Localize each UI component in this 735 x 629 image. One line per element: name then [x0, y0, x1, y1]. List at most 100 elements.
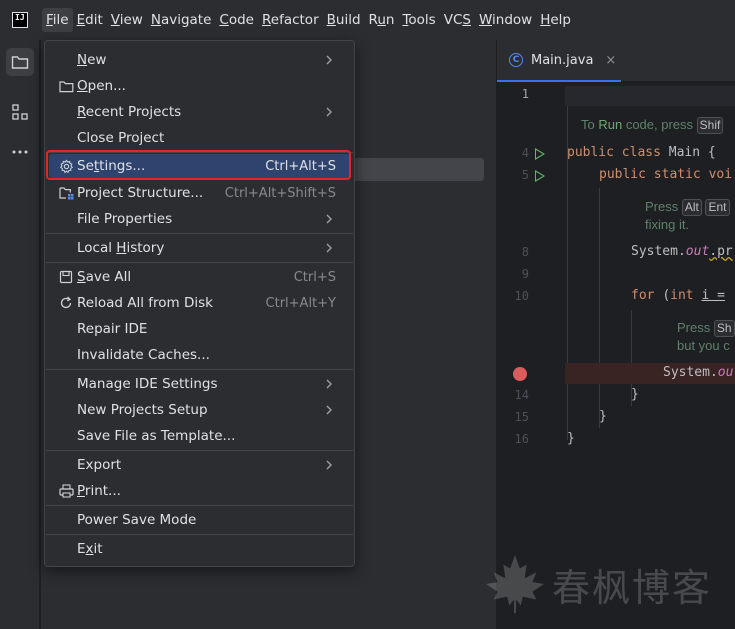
menu-item-export[interactable]: Export — [49, 453, 350, 477]
line-number: 16 — [514, 432, 529, 446]
menu-item-label: Reload All from Disk — [77, 295, 213, 311]
tab-close-icon[interactable]: × — [605, 53, 616, 68]
line-number: 5 — [521, 168, 529, 182]
menu-item-label: Save File as Template... — [77, 428, 236, 444]
run-class-icon[interactable] — [535, 148, 545, 160]
chevron-right-icon — [326, 460, 332, 470]
annotation-highlight-frame — [46, 150, 351, 180]
save-icon — [58, 269, 74, 285]
menu-item-label: Local History — [77, 240, 165, 256]
code-line-4[interactable]: public class Main { — [567, 145, 716, 160]
menu-item-close-project[interactable]: Close Project — [49, 126, 350, 150]
menu-item-label: Export — [77, 457, 122, 473]
menu-item-file-properties[interactable]: File Properties — [49, 207, 350, 231]
more-horizontal-icon — [12, 150, 28, 154]
menu-item-power-save-mode[interactable]: Power Save Mode — [49, 508, 350, 532]
chevron-right-icon — [326, 214, 332, 224]
menu-item-manage-ide-settings[interactable]: Manage IDE Settings — [49, 372, 350, 396]
menu-item-reload-from-disk[interactable]: Reload All from Disk Ctrl+Alt+Y — [49, 291, 350, 315]
inlay-hint-run: To Run code, press Shif — [581, 117, 724, 134]
menu-vcs[interactable]: VCS — [440, 8, 475, 32]
chevron-right-icon — [326, 55, 332, 65]
code-line-16[interactable]: } — [567, 431, 575, 446]
code-line-14[interactable]: } — [631, 387, 639, 402]
project-tree-selected-row[interactable] — [341, 158, 484, 181]
shortcut-label: Ctrl+Alt+Shift+S — [224, 185, 336, 201]
menu-item-label: Repair IDE — [77, 321, 148, 337]
menu-item-repair-ide[interactable]: Repair IDE — [49, 317, 350, 341]
menu-item-project-structure[interactable]: Project Structure... Ctrl+Alt+Shift+S — [49, 181, 350, 205]
watermark: 春枫博客 — [484, 552, 729, 616]
more-tools-button[interactable] — [6, 138, 34, 166]
menu-edit[interactable]: Edit — [73, 8, 107, 32]
code-line-10[interactable]: for (int i = — [631, 288, 725, 303]
breakpoint-icon[interactable] — [513, 367, 527, 381]
menu-refactor[interactable]: Refactor — [258, 8, 323, 32]
menu-item-label: New Projects Setup — [77, 402, 208, 418]
indent-guide — [599, 188, 600, 428]
editor-area: C Main.java × 1 4 5 8 9 10 14 15 16 To R… — [496, 40, 735, 629]
menu-window[interactable]: Window — [475, 8, 536, 32]
menu-item-recent-projects[interactable]: Recent Projects — [49, 100, 350, 124]
watermark-text: 春枫博客 — [552, 565, 713, 610]
menu-item-save-as-template[interactable]: Save File as Template... — [49, 424, 350, 448]
menu-item-label: Save All — [77, 269, 132, 285]
menu-separator — [46, 450, 353, 451]
java-class-icon: C — [509, 53, 523, 67]
current-line-highlight — [565, 86, 735, 106]
menu-item-new[interactable]: New — [49, 48, 350, 72]
menu-item-open[interactable]: Open... — [49, 74, 350, 98]
chevron-right-icon — [326, 379, 332, 389]
menu-item-label: Project Structure... — [77, 185, 204, 201]
menu-separator — [46, 369, 353, 370]
menubar-items: File Edit View Navigate Code Refactor Build Run… — [42, 8, 575, 32]
tab-main-java[interactable]: C Main.java × — [497, 40, 621, 82]
refresh-icon — [58, 295, 74, 311]
structure-tool-button[interactable] — [6, 98, 34, 126]
menu-item-print[interactable]: Print... — [49, 479, 350, 503]
shortcut-label: Ctrl+S — [293, 269, 336, 285]
run-main-icon[interactable] — [535, 170, 545, 182]
shortcut-label: Ctrl+Alt+Y — [265, 295, 336, 311]
menu-navigate[interactable]: Navigate — [147, 8, 216, 32]
menu-item-exit[interactable]: Exit — [49, 537, 350, 561]
chevron-right-icon — [326, 243, 332, 253]
menu-separator — [46, 233, 353, 234]
menu-view[interactable]: View — [107, 8, 147, 32]
menu-separator — [46, 534, 353, 535]
code-line-15[interactable]: } — [599, 409, 607, 424]
menu-item-label: Print... — [77, 483, 121, 499]
menu-build[interactable]: Build — [323, 8, 365, 32]
line-number: 10 — [514, 289, 529, 303]
intellij-logo-icon[interactable]: IJ — [12, 12, 28, 28]
chevron-right-icon — [326, 405, 332, 415]
code-line-5[interactable]: public static voi — [599, 167, 732, 182]
line-number: 9 — [521, 267, 529, 281]
menu-item-save-all[interactable]: Save All Ctrl+S — [49, 265, 350, 289]
chevron-right-icon — [326, 107, 332, 117]
code-line-13[interactable]: System.ou — [663, 365, 733, 380]
line-number: 14 — [514, 388, 529, 402]
inlay-hint-shift: Press Sh — [677, 320, 735, 337]
menu-code[interactable]: Code — [215, 8, 258, 32]
menu-run[interactable]: Run — [365, 8, 399, 32]
menu-item-label: Close Project — [77, 130, 165, 146]
project-tool-button[interactable] — [6, 48, 34, 76]
menu-item-label: Recent Projects — [77, 104, 182, 120]
line-number: 1 — [521, 87, 529, 101]
menu-item-new-projects-setup[interactable]: New Projects Setup — [49, 398, 350, 422]
menu-help[interactable]: Help — [536, 8, 575, 32]
menu-item-label: File Properties — [77, 211, 173, 227]
menu-item-invalidate-caches[interactable]: Invalidate Caches... — [49, 343, 350, 367]
menu-item-local-history[interactable]: Local History — [49, 236, 350, 260]
editor-tab-bar: C Main.java × — [497, 40, 735, 82]
code-line-8[interactable]: System.out.pr — [631, 244, 733, 259]
left-tool-strip — [0, 40, 40, 629]
folder-icon — [58, 78, 74, 94]
tab-label: Main.java — [531, 52, 594, 68]
menu-file[interactable]: File — [42, 8, 73, 32]
menu-item-label: New — [77, 52, 107, 68]
inlay-hint-fix: Press Alt Ent — [645, 199, 730, 216]
menu-tools[interactable]: Tools — [398, 8, 439, 32]
menu-item-label: Manage IDE Settings — [77, 376, 218, 392]
